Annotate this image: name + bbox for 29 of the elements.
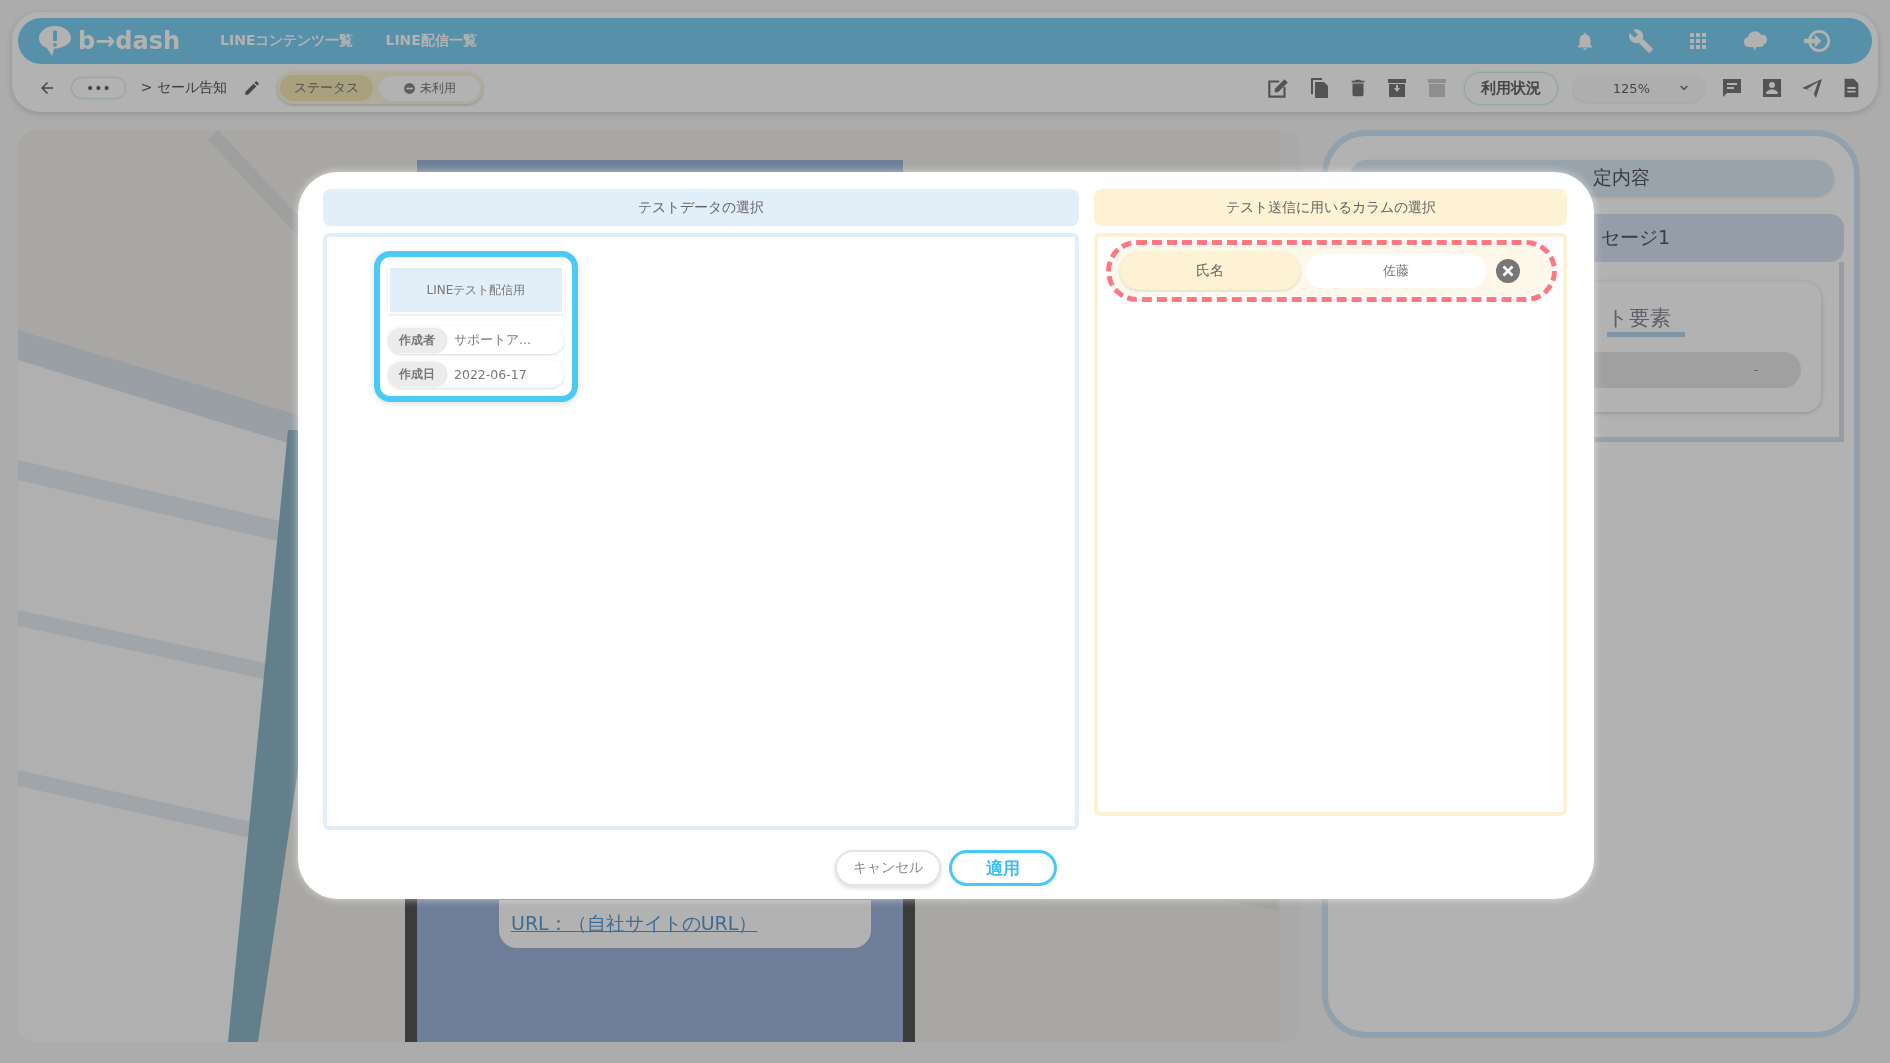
column-value: 佐藤 [1306, 254, 1486, 288]
section-header: テスト送信に用いるカラムの選択 [1094, 189, 1567, 226]
contact-card-icon[interactable] [1760, 76, 1784, 100]
minus-circle-icon [402, 81, 416, 95]
section-header: テストデータの選択 [323, 189, 1079, 226]
comment-icon[interactable] [1720, 76, 1744, 100]
breadcrumb: > セール告知 [140, 79, 227, 97]
field-value: 2022-06-17 [453, 366, 527, 382]
field-label: 作成者 [388, 327, 446, 353]
field-value: サポートア... [453, 331, 531, 349]
status-value: 未利用 [378, 75, 480, 101]
zoom-value: 125% [1612, 80, 1650, 96]
paper-plane-icon[interactable] [1800, 76, 1824, 100]
card-heading: ト要素 [1607, 304, 1685, 337]
close-icon[interactable] [1496, 259, 1520, 283]
zoom-select[interactable]: 125% [1572, 74, 1704, 102]
speech-bubble-icon [36, 24, 74, 58]
column-name: 氏名 [1120, 252, 1300, 290]
url-link[interactable]: URL：（自社サイトのURL） [511, 911, 758, 937]
more-button[interactable]: ••• [72, 78, 125, 98]
usage-button[interactable]: 利用状況 [1464, 72, 1557, 104]
cancel-button[interactable]: キャンセル [834, 850, 941, 886]
logo-text: b→dash [78, 27, 181, 55]
status-label: ステータス [279, 75, 373, 101]
data-card[interactable]: LINEテスト配信用 作成者 サポートア... 作成日 2022-06-17 [374, 251, 578, 402]
field-label: 作成日 [388, 361, 446, 387]
pencil-icon[interactable] [242, 79, 261, 97]
card-title: LINEテスト配信用 [388, 266, 564, 314]
apply-button[interactable]: 適用 [948, 850, 1057, 886]
